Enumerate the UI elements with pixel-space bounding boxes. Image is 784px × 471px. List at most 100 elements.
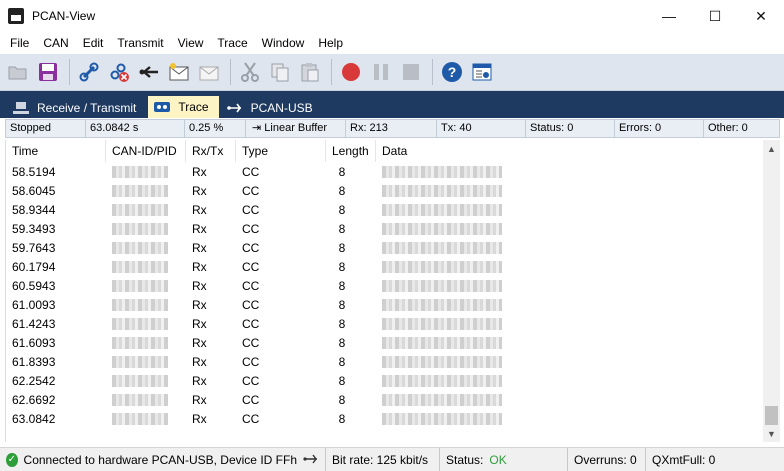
message-icon[interactable]: [195, 58, 223, 86]
copy-icon[interactable]: [266, 58, 294, 86]
table-row[interactable]: 58.9344 Rx CC 8: [6, 200, 761, 219]
grid-rows: 58.5194 Rx CC 8 58.6045 Rx CC 8 58.9344 Rx CC 8 59.3…: [6, 162, 761, 428]
cell-can-id-redacted: [106, 184, 186, 198]
column-header-time[interactable]: Time: [6, 140, 106, 162]
menu-trace[interactable]: Trace: [210, 32, 254, 54]
menu-transmit[interactable]: Transmit: [110, 32, 170, 54]
table-row[interactable]: 59.3493 Rx CC 8: [6, 219, 761, 238]
connection-text: Connected to hardware PCAN-USB, Device I…: [23, 452, 297, 467]
table-row[interactable]: 58.6045 Rx CC 8: [6, 181, 761, 200]
grid-header: Time CAN-ID/PID Rx/Tx Type Length Data: [6, 140, 761, 162]
app-icon: [8, 8, 24, 24]
cell-rxtx: Rx: [192, 221, 207, 236]
tab-label: Receive / Transmit: [37, 100, 137, 115]
cell-can-id-redacted: [106, 355, 186, 369]
scroll-down-arrow-icon[interactable]: ▼: [763, 425, 780, 442]
table-row[interactable]: 61.0093 Rx CC 8: [6, 295, 761, 314]
column-header-type[interactable]: Type: [236, 140, 326, 162]
column-header-data[interactable]: Data: [376, 140, 761, 162]
record-icon[interactable]: [337, 58, 365, 86]
table-row[interactable]: 60.5943 Rx CC 8: [6, 276, 761, 295]
cell-type: CC: [242, 316, 260, 331]
save-icon[interactable]: [34, 58, 62, 86]
new-message-icon[interactable]: [165, 58, 193, 86]
column-header-can-id[interactable]: CAN-ID/PID: [106, 140, 186, 162]
cell-data-redacted: [376, 393, 761, 407]
cell-type: CC: [242, 373, 260, 388]
maximize-button[interactable]: ☐: [692, 0, 738, 32]
bit-rate: Bit rate: 125 kbit/s: [326, 447, 440, 471]
paste-icon[interactable]: [296, 58, 324, 86]
toolbar-separator: [69, 59, 70, 85]
reset-icon[interactable]: [135, 58, 163, 86]
table-row[interactable]: 62.6692 Rx CC 8: [6, 390, 761, 409]
usb-icon: [226, 102, 243, 114]
tab-pcan-usb[interactable]: PCAN-USB: [221, 97, 323, 118]
menu-can[interactable]: CAN: [36, 32, 75, 54]
tab-trace[interactable]: Trace: [148, 96, 219, 118]
help-icon[interactable]: ?: [438, 58, 466, 86]
table-row[interactable]: 61.8393 Rx CC 8: [6, 352, 761, 371]
cell-type: CC: [242, 259, 260, 274]
table-row[interactable]: 58.5194 Rx CC 8: [6, 162, 761, 181]
cell-length: 8: [338, 354, 346, 369]
table-row[interactable]: 59.7643 Rx CC 8: [6, 238, 761, 257]
toolbar: ?: [0, 54, 784, 91]
cell-rxtx: Rx: [192, 373, 207, 388]
bus-status-value: OK: [489, 452, 507, 467]
cell-length: 8: [338, 316, 346, 331]
table-row[interactable]: 61.4243 Rx CC 8: [6, 314, 761, 333]
properties-icon[interactable]: [468, 58, 496, 86]
cell-can-id-redacted: [106, 241, 186, 255]
table-row[interactable]: 61.6093 Rx CC 8: [6, 333, 761, 352]
menu-view[interactable]: View: [171, 32, 211, 54]
cell-time: 58.9344: [12, 202, 56, 217]
table-row[interactable]: 62.2542 Rx CC 8: [6, 371, 761, 390]
column-header-length[interactable]: Length: [326, 140, 376, 162]
menu-edit[interactable]: Edit: [76, 32, 111, 54]
cell-rxtx: Rx: [192, 164, 207, 179]
title-bar: PCAN-View — ☐ ✕: [0, 0, 784, 32]
cell-data-redacted: [376, 298, 761, 312]
folder-open-icon[interactable]: [4, 58, 32, 86]
stop-icon[interactable]: [397, 58, 425, 86]
cell-type: CC: [242, 297, 260, 312]
cell-can-id-redacted: [106, 279, 186, 293]
menu-window[interactable]: Window: [255, 32, 312, 54]
other-count: Other: 0: [708, 122, 748, 134]
tab-label: PCAN-USB: [250, 100, 313, 115]
cut-icon[interactable]: [236, 58, 264, 86]
cell-length: 8: [338, 278, 346, 293]
cell-length: 8: [338, 297, 346, 312]
disconnect-icon[interactable]: [105, 58, 133, 86]
connect-icon[interactable]: [75, 58, 103, 86]
table-row[interactable]: 60.1794 Rx CC 8: [6, 257, 761, 276]
cell-time: 61.0093: [12, 297, 56, 312]
cell-rxtx: Rx: [192, 411, 207, 426]
menu-bar: File CAN Edit Transmit View Trace Window…: [0, 32, 784, 54]
scroll-thumb[interactable]: [765, 406, 778, 425]
column-header-rxtx[interactable]: Rx/Tx: [186, 140, 236, 162]
cell-data-redacted: [376, 184, 761, 198]
cell-can-id-redacted: [106, 412, 186, 426]
close-button[interactable]: ✕: [738, 0, 784, 32]
table-row[interactable]: 63.0842 Rx CC 8: [6, 409, 761, 428]
connection-status: ✓ Connected to hardware PCAN-USB, Device…: [0, 447, 326, 471]
cell-rxtx: Rx: [192, 278, 207, 293]
minimize-button[interactable]: —: [646, 0, 692, 32]
pause-icon[interactable]: [367, 58, 395, 86]
cell-rxtx: Rx: [192, 259, 207, 274]
buffer-mode[interactable]: ⇥ Linear Buffer: [246, 120, 346, 137]
vertical-scrollbar[interactable]: ▲ ▼: [763, 140, 780, 442]
cell-time: 62.2542: [12, 373, 56, 388]
menu-help[interactable]: Help: [311, 32, 350, 54]
trace-grid[interactable]: Time CAN-ID/PID Rx/Tx Type Length Data 5…: [5, 140, 780, 442]
cell-rxtx: Rx: [192, 240, 207, 255]
cell-data-redacted: [376, 279, 761, 293]
cell-can-id-redacted: [106, 317, 186, 331]
cell-length: 8: [338, 373, 346, 388]
menu-file[interactable]: File: [3, 32, 36, 54]
tab-receive-transmit[interactable]: Receive / Transmit: [7, 97, 146, 118]
scroll-up-arrow-icon[interactable]: ▲: [763, 140, 780, 157]
cell-time: 61.6093: [12, 335, 56, 350]
